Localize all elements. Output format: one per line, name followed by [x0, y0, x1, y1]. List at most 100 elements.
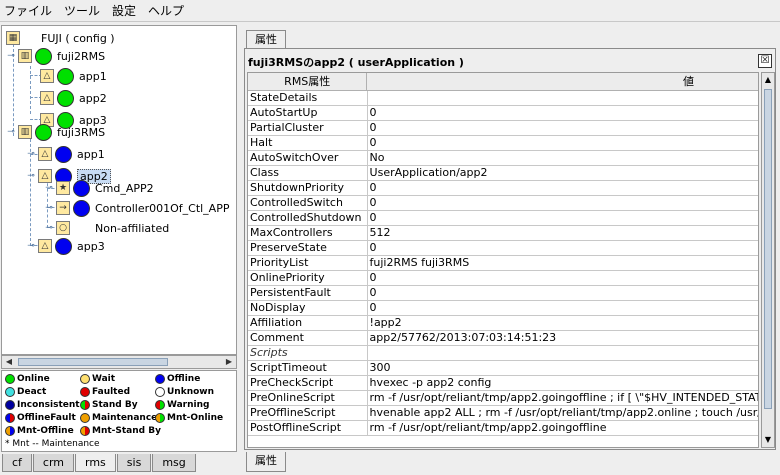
menu-file[interactable]: ファイル	[4, 2, 52, 19]
attribute-value: 512	[369, 226, 391, 239]
legend-label: Mnt-Online	[167, 413, 224, 423]
table-row[interactable]: Halt 0	[248, 136, 758, 151]
scroll-thumb[interactable]	[18, 358, 168, 366]
table-row[interactable]: PreCheckScript hvexec -p app2 config	[248, 376, 758, 391]
tab-cf[interactable]: cf	[2, 454, 32, 472]
tree-app-label: app3	[77, 239, 105, 253]
legend-note: * Mnt -- Maintenance	[5, 439, 100, 449]
attribute-name: MaxControllers	[248, 226, 368, 240]
app-icon: △	[40, 69, 54, 83]
attribute-name: Scripts	[248, 346, 368, 360]
cmd-resource-icon: ★	[56, 181, 70, 195]
scroll-thumb[interactable]	[764, 89, 772, 409]
tree-app-fuji3-app1[interactable]: ⊸ △ app1	[26, 144, 105, 164]
close-panel-button[interactable]: ☒	[758, 54, 772, 68]
attribute-name: Affiliation	[248, 316, 368, 330]
tree-child-label: Controller001Of_Ctl_APP	[95, 201, 230, 215]
column-header-attr[interactable]: RMS属性	[248, 73, 368, 90]
table-row[interactable]: PreOfflineScript hvenable app2 ALL ; rm -…	[248, 406, 758, 421]
table-row[interactable]: PostOfflineScript rm -f /usr/opt/reliant/…	[248, 421, 758, 436]
table-row[interactable]: Comment app2/57762/2013:07:03:14:51:23	[248, 331, 758, 346]
attribute-name: PriorityList	[248, 256, 368, 270]
table-row[interactable]: ControlledSwitch 0	[248, 196, 758, 211]
attribute-name: OnlinePriority	[248, 271, 368, 285]
attribute-value	[368, 91, 758, 105]
offline-status-icon	[73, 179, 90, 197]
attribute-value: 0	[369, 286, 377, 299]
tree-child-controller[interactable]: ⊸ → Controller001Of_Ctl_APP	[44, 198, 229, 218]
table-row[interactable]: PreserveState 0	[248, 241, 758, 256]
table-row[interactable]: ShutdownPriority 0	[248, 181, 758, 196]
tab-msg[interactable]: msg	[152, 454, 196, 472]
attribute-value: UserApplication/app2	[369, 166, 488, 179]
attribute-name: PersistentFault	[248, 286, 368, 300]
inconsistent-legend-icon	[5, 400, 15, 410]
tree-app-fuji2-app1[interactable]: △ app1	[40, 66, 107, 86]
table-row[interactable]: PartialCluster 0	[248, 121, 758, 136]
table-row[interactable]: AutoSwitchOver No	[248, 151, 758, 166]
scroll-up-icon[interactable]: ▲	[762, 73, 774, 87]
tree-root[interactable]: ▦ FUJI ( config )	[6, 28, 115, 48]
tab-rms[interactable]: rms	[75, 454, 116, 472]
legend-label: Wait	[92, 374, 116, 384]
attribute-value: 0	[369, 181, 377, 194]
offline-status-icon	[55, 145, 72, 163]
online-status-icon	[35, 47, 52, 65]
tree-child-nonaffiliated[interactable]: ⊸ ○ Non-affiliated	[44, 218, 169, 238]
table-row[interactable]: Affiliation !app2	[248, 316, 758, 331]
table-row[interactable]: PersistentFault 0	[248, 286, 758, 301]
scroll-down-icon[interactable]: ▼	[762, 433, 774, 447]
expand-toggle-icon[interactable]: ⊸	[44, 183, 54, 193]
table-row[interactable]: OnlinePriority 0	[248, 271, 758, 286]
attribute-value: No	[369, 151, 385, 164]
menu-settings[interactable]: 設定	[112, 2, 136, 19]
expand-toggle-icon[interactable]: ⊸	[26, 149, 36, 159]
expand-toggle-icon[interactable]: ⊸	[6, 51, 16, 61]
attribute-name: ControlledShutdown	[248, 211, 368, 225]
table-row[interactable]: Class UserApplication/app2	[248, 166, 758, 181]
table-vertical-scrollbar[interactable]: ▲ ▼	[761, 72, 775, 448]
tab-sis[interactable]: sis	[116, 454, 152, 472]
table-row[interactable]: StateDetails	[248, 91, 758, 106]
tree-app-fuji2-app2[interactable]: △ app2	[40, 88, 107, 108]
legend-label: Mnt-Stand By	[92, 426, 161, 436]
table-row[interactable]: ControlledShutdown 0	[248, 211, 758, 226]
attribute-name: AutoSwitchOver	[248, 151, 368, 165]
tab-attributes-bottom[interactable]: 属性	[246, 452, 286, 472]
expand-toggle-icon[interactable]: ⊸	[6, 127, 16, 137]
collapse-toggle-icon[interactable]: ⊸	[26, 171, 36, 181]
controller-resource-icon: →	[56, 201, 70, 215]
table-row[interactable]: NoDisplay 0	[248, 301, 758, 316]
scroll-left-icon[interactable]: ◀	[2, 356, 16, 368]
table-row[interactable]: PreOnlineScript rm -f /usr/opt/reliant/tm…	[248, 391, 758, 406]
tree-child-cmd[interactable]: ⊸ ★ Cmd_APP2	[44, 178, 154, 198]
table-row[interactable]: Scripts	[248, 346, 758, 361]
left-tabs: cf crm rms sis msg	[2, 454, 197, 474]
online-legend-icon	[5, 374, 15, 384]
menu-tools[interactable]: ツール	[64, 2, 100, 19]
offline-status-icon	[73, 199, 90, 217]
mntonline-legend-icon	[155, 413, 165, 423]
tab-crm[interactable]: crm	[32, 454, 75, 472]
tab-attributes-top[interactable]: 属性	[246, 30, 286, 48]
attribute-name: PreOfflineScript	[248, 406, 368, 420]
menu-help[interactable]: ヘルプ	[148, 2, 184, 19]
scroll-right-icon[interactable]: ▶	[222, 356, 236, 368]
tree-horizontal-scrollbar[interactable]: ◀ ▶	[1, 355, 237, 369]
table-row[interactable]: ScriptTimeout 300	[248, 361, 758, 376]
expand-toggle-icon[interactable]: ⊸	[44, 223, 54, 233]
legend-label: Warning	[167, 400, 210, 410]
table-row[interactable]: PriorityList fuji2RMS fuji3RMS	[248, 256, 758, 271]
host-icon: ▥	[18, 125, 32, 139]
tree-host-fuji2rms[interactable]: ⊸ ▥ fuji2RMS	[6, 46, 105, 66]
legend-label: Online	[17, 374, 50, 384]
tree-host-fuji3rms[interactable]: ⊸ ▥ fuji3RMS	[6, 122, 105, 142]
tree-app-fuji3-app3[interactable]: ⊸ △ app3	[26, 236, 105, 256]
column-header-value[interactable]: 値	[367, 73, 758, 90]
table-row[interactable]: AutoStartUp 0	[248, 106, 758, 121]
expand-toggle-icon[interactable]: ⊸	[26, 241, 36, 251]
expand-toggle-icon[interactable]: ⊸	[44, 203, 54, 213]
table-row[interactable]: MaxControllers 512	[248, 226, 758, 241]
cluster-tree[interactable]: ▦ FUJI ( config ) ⊸ ▥ fuji2RMS △ app1 △ …	[1, 25, 237, 355]
attribute-value: 0	[369, 301, 377, 314]
